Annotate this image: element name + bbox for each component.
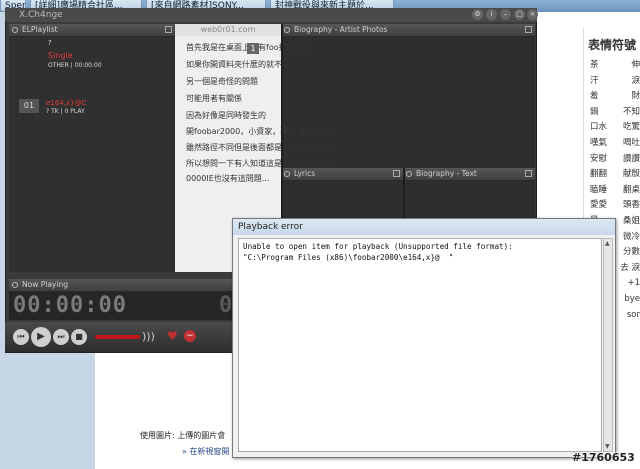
maximize-icon[interactable]: □ (514, 9, 525, 20)
lyrics-header: Lyrics (281, 168, 403, 181)
lyrics-header-label: Lyrics (294, 169, 316, 178)
overlay-text-line: 0000IE也沒有這問題... (186, 174, 270, 183)
overlay-text-line: 另一個是奇怪的問題 (186, 77, 258, 86)
pane-menu-icon[interactable] (12, 27, 18, 33)
emoji-item[interactable]: 頭香 (623, 198, 640, 214)
overlay-text-line: 如果你開資料夾什麼的就不會 (186, 60, 290, 69)
emoji-item[interactable]: 讚讚 (623, 152, 640, 168)
emoji-item[interactable]: 去 淚 (620, 261, 640, 277)
emoji-item[interactable]: 不知 (623, 105, 640, 121)
emoji-row: 茶伸 (590, 58, 640, 74)
emoji-item[interactable]: 財 (631, 89, 640, 105)
emoji-item[interactable]: 羞 (590, 89, 599, 105)
pane-maximize-icon[interactable] (525, 170, 532, 177)
emoji-item[interactable]: 瞌睡 (590, 183, 607, 199)
emoji-item[interactable]: 分數 (623, 245, 640, 261)
track-title[interactable]: e164,x}@C (46, 99, 86, 107)
minimize-icon[interactable]: – (500, 9, 511, 20)
emoji-row: 汗淚 (590, 74, 640, 90)
emoji-item[interactable]: sor (627, 308, 640, 324)
now-playing-header-label: Now Playing (22, 280, 68, 289)
dialog-title: Playback error (238, 222, 303, 232)
emoji-item[interactable]: 伸 (631, 58, 640, 74)
dialog-scrollbar[interactable]: ▲ ▼ (603, 238, 613, 452)
emoji-item[interactable]: 愛愛 (590, 198, 607, 214)
next-icon[interactable]: ⏭ (53, 329, 69, 345)
overlay-text-line: 可能用者有關係 (186, 94, 242, 103)
emoji-item[interactable]: 茶 (590, 58, 599, 74)
info-icon[interactable]: i (486, 9, 497, 20)
artist-photos-header-label: Biography - Artist Photos (294, 25, 388, 34)
pane-menu-icon[interactable] (406, 171, 412, 177)
emoji-row: 翻翻 献殷 (590, 167, 640, 183)
emoji-panel-title: 表情符號 (588, 38, 637, 52)
emoji-item[interactable]: 鍋 (590, 105, 599, 121)
scroll-up-icon[interactable]: ▲ (605, 240, 610, 247)
pane-menu-icon[interactable] (12, 282, 18, 288)
volume-icon[interactable]: ))) (142, 330, 155, 343)
remove-icon[interactable]: − (184, 330, 196, 342)
page-number-badge[interactable]: 1 (247, 43, 259, 54)
emoji-row: 安慰 讚讚 (590, 152, 640, 168)
track-info: ? TK | 0 PLAY (46, 108, 85, 115)
pane-menu-icon[interactable] (284, 171, 290, 177)
pane-maximize-icon[interactable] (525, 26, 532, 33)
play-icon[interactable]: ▶ (31, 327, 51, 347)
emoji-item[interactable]: 桑姐 (623, 214, 640, 230)
upload-label: 使用圖片: 上傳的圖片會 (140, 431, 226, 440)
emoji-item[interactable]: 安慰 (590, 152, 607, 168)
previous-icon[interactable]: ⏮ (13, 329, 29, 345)
track-number: 01 (19, 99, 39, 113)
error-message-box[interactable]: Unable to open item for playback (Unsupp… (238, 238, 602, 452)
emoji-item[interactable]: 汗 (590, 74, 599, 90)
emoji-item[interactable]: 献殷 (623, 167, 640, 183)
close-icon[interactable]: × (527, 9, 538, 20)
elapsed-time-display: 00:00:00 (13, 293, 127, 318)
group-meta: OTHER | 00:00:00 (48, 62, 102, 69)
settings-icon[interactable]: ⚙ (472, 9, 483, 20)
emoji-item[interactable]: 翻桌 (623, 183, 640, 199)
emoji-item[interactable]: 微冷 (623, 230, 640, 246)
group-artist: Single (48, 51, 73, 60)
error-message-line: Unable to open item for playback (Unsupp… (243, 242, 513, 251)
emoji-item[interactable]: 喝吐 (623, 136, 640, 152)
emoji-row: 羞財 (590, 89, 640, 105)
emoji-row: 鍋 不知 (590, 105, 640, 121)
emoji-item[interactable]: +1 (627, 276, 640, 292)
emoji-row: 口水 吃驚 (590, 120, 640, 136)
emoji-row: 瞌睡 翻桌 (590, 183, 640, 199)
error-file-path: "C:\Program Files (x86)\foobar2000\e164,… (243, 253, 454, 262)
emoji-row: 愛愛 頭香 (590, 198, 640, 214)
foobar-title-bar[interactable]: X.Ch4nge ⚙ i – □ × (5, 8, 538, 22)
playlist-pane[interactable]: ELPlaylist ? Single OTHER | 00:00:00 01 … (9, 24, 175, 272)
pane-maximize-icon[interactable] (165, 26, 172, 33)
web-strip-header: web0r01.com (175, 24, 281, 36)
open-new-window-link[interactable]: » 在新視窗開 (182, 446, 229, 457)
watermark: #1760653 (572, 451, 635, 464)
pane-maximize-icon[interactable] (393, 170, 400, 177)
emoji-item[interactable]: 翻翻 (590, 167, 607, 183)
biography-text-header-label: Biography - Text (416, 169, 477, 178)
emoji-row: 嘆氣 喝吐 (590, 136, 640, 152)
scroll-down-icon[interactable]: ▼ (605, 443, 610, 450)
foobar-title: X.Ch4nge (19, 10, 63, 20)
overlay-text-line: 雖然路徑不同但是後面都是e164,x 這東西 (186, 143, 337, 152)
emoji-item[interactable]: 嘆氣 (590, 136, 607, 152)
heart-icon[interactable]: ♥ (167, 329, 178, 343)
artist-photos-header: Biography - Artist Photos (281, 24, 535, 37)
playlist-header-label: ELPlaylist (22, 25, 58, 34)
emoji-item[interactable]: 吃驚 (623, 120, 640, 136)
overlay-text-line: 開foobar2000，小資家，聽歌 都會出現 (186, 127, 331, 136)
overlay-text-line: 因為好像是同時發生的 (186, 111, 266, 120)
emoji-item[interactable]: 口水 (590, 120, 607, 136)
emoji-item[interactable]: bye (624, 292, 640, 308)
playlist-header: ELPlaylist (9, 24, 175, 37)
pane-menu-icon[interactable] (284, 27, 290, 33)
group-label: ? (48, 39, 52, 47)
volume-slider[interactable] (95, 335, 140, 339)
stop-icon[interactable]: ■ (71, 329, 87, 345)
dialog-title-bar[interactable]: Playback error (233, 219, 615, 235)
emoji-item[interactable]: 淚 (631, 74, 640, 90)
biography-text-header: Biography - Text (403, 168, 535, 181)
